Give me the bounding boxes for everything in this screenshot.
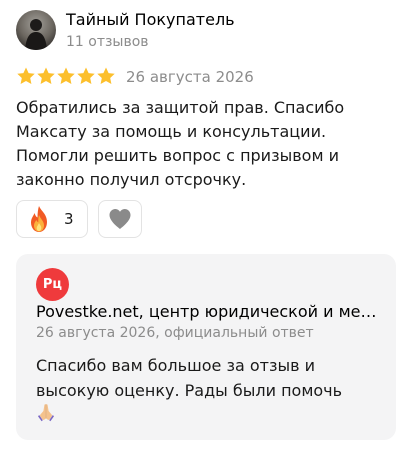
fire-icon xyxy=(31,206,47,232)
rating-stars xyxy=(16,66,116,86)
star-icon xyxy=(97,67,115,84)
answer-meta: 26 августа 2026, официальный ответ xyxy=(36,325,314,341)
author-avatar[interactable] xyxy=(16,10,56,50)
star-icon xyxy=(37,67,55,84)
star-icon xyxy=(17,67,35,84)
star-icon xyxy=(57,67,75,84)
author-review-count: 11 отзывов xyxy=(66,34,149,50)
org-name[interactable]: Povestke.net, центр юридической и медици… xyxy=(36,301,386,323)
star-icon xyxy=(77,67,95,84)
review-card: Тайный Покупатель 11 отзывов 26 августа … xyxy=(0,0,410,452)
fire-reaction-button[interactable]: 3 xyxy=(16,200,88,238)
like-button[interactable] xyxy=(98,200,142,238)
author-name[interactable]: Тайный Покупатель xyxy=(66,10,235,30)
review-date: 26 августа 2026 xyxy=(126,68,254,86)
fire-reaction-count: 3 xyxy=(64,210,74,228)
org-logo[interactable]: Рц xyxy=(36,268,69,301)
answer-text: Спасибо вам большое за отзыв и высокую о… xyxy=(36,356,343,400)
praying-hands-icon xyxy=(38,404,54,422)
review-text: Обратились за защитой прав. Спасибо Макс… xyxy=(16,98,345,189)
heart-icon xyxy=(109,209,131,229)
official-answer: Рц Povestke.net, центр юридической и мед… xyxy=(16,254,396,440)
